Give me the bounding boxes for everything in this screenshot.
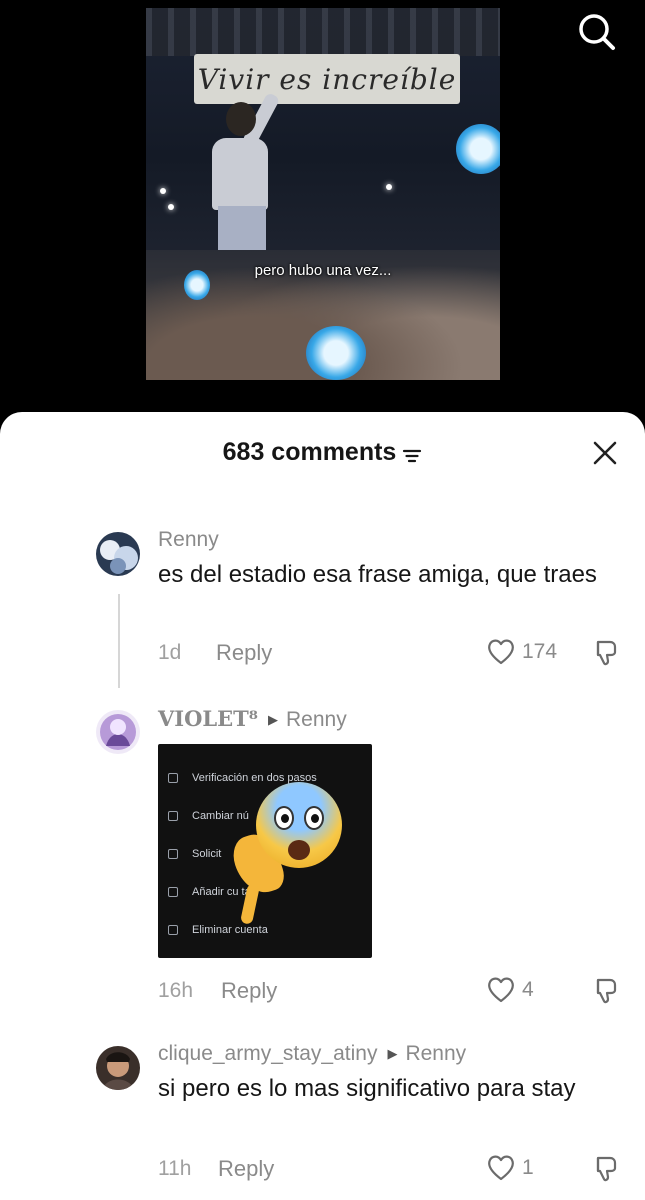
username-link[interactable]: Renny bbox=[158, 528, 219, 551]
media-row: Solicit bbox=[168, 848, 221, 860]
reply-target[interactable]: Renny bbox=[286, 708, 347, 731]
close-button[interactable] bbox=[590, 438, 620, 468]
comments-header: 683 comments bbox=[0, 412, 645, 492]
avatar[interactable] bbox=[96, 1046, 140, 1090]
media-row: Eliminar cuenta bbox=[168, 924, 268, 936]
dislike-button[interactable] bbox=[590, 1154, 620, 1184]
username-link[interactable]: clique_army_stay_atiny bbox=[158, 1042, 377, 1065]
heart-icon bbox=[488, 977, 514, 1003]
heart-icon bbox=[488, 1155, 514, 1181]
comment-text: es del estadio esa frase amiga, que trae… bbox=[158, 561, 597, 588]
dislike-button[interactable] bbox=[590, 638, 620, 668]
play-arrow-icon: ▶ bbox=[387, 1046, 398, 1061]
heart-icon bbox=[488, 639, 514, 665]
comment-image[interactable]: Verificación en dos pasos Cambiar nú Sol… bbox=[158, 744, 372, 958]
search-icon bbox=[579, 14, 615, 50]
screaming-face-emoji bbox=[256, 782, 342, 868]
stage-light bbox=[168, 204, 174, 210]
play-arrow-icon: ▶ bbox=[268, 712, 279, 727]
comment-username[interactable]: Renny bbox=[158, 528, 219, 552]
like-button[interactable]: 4 bbox=[486, 976, 534, 1004]
emoji-mouth bbox=[288, 840, 310, 860]
dislike-icon bbox=[596, 640, 617, 666]
username-link[interactable]: VIOLET⁸ bbox=[158, 706, 258, 731]
emoji-pupil bbox=[311, 814, 319, 823]
reply-button[interactable]: Reply bbox=[216, 640, 272, 666]
like-count: 4 bbox=[522, 978, 534, 1001]
media-text: Cambiar nú bbox=[192, 810, 249, 822]
comment-count: 683 comments bbox=[222, 438, 397, 466]
media-text: Eliminar cuenta bbox=[192, 924, 268, 936]
media-text: Añadir cu ta bbox=[192, 886, 251, 898]
reply-button[interactable]: Reply bbox=[221, 978, 277, 1004]
thread-line bbox=[118, 594, 120, 688]
lightstick bbox=[306, 326, 366, 380]
add-user-icon bbox=[168, 887, 178, 897]
media-row: Añadir cu ta bbox=[168, 886, 251, 898]
reply-button[interactable]: Reply bbox=[218, 1156, 274, 1182]
performer-head bbox=[226, 102, 256, 136]
dislike-icon bbox=[596, 1156, 617, 1182]
dislike-button[interactable] bbox=[590, 976, 620, 1006]
comment-time: 11h bbox=[158, 1157, 192, 1180]
stage-light bbox=[160, 188, 166, 194]
avatar[interactable] bbox=[96, 710, 140, 754]
comment-username: VIOLET⁸ ▶ Renny bbox=[158, 706, 347, 732]
media-row: Cambiar nú bbox=[168, 810, 249, 822]
comment-username: clique_army_stay_atiny ▶ Renny bbox=[158, 1042, 466, 1066]
dots-icon bbox=[168, 773, 178, 783]
comment-time: 16h bbox=[158, 979, 194, 1002]
video-area: Vivir es increíble pero hubo una vez... bbox=[0, 0, 645, 420]
performer-body bbox=[212, 138, 268, 210]
like-count: 174 bbox=[522, 640, 558, 663]
phone-icon bbox=[168, 811, 178, 821]
comment-text: si pero es lo mas significativo para sta… bbox=[158, 1075, 576, 1102]
media-text: Solicit bbox=[192, 848, 222, 860]
emoji-pupil bbox=[281, 814, 289, 823]
emoji-eye bbox=[274, 806, 294, 830]
dislike-icon bbox=[596, 978, 617, 1004]
like-button[interactable]: 1 bbox=[486, 1154, 534, 1182]
close-icon bbox=[593, 441, 617, 465]
video-caption: pero hubo una vez... bbox=[254, 262, 392, 279]
stage-truss bbox=[146, 8, 500, 56]
reply-target[interactable]: Renny bbox=[405, 1042, 466, 1065]
sort-icon[interactable] bbox=[402, 443, 422, 463]
video-thumbnail[interactable]: Vivir es increíble pero hubo una vez... bbox=[146, 8, 500, 380]
search-button[interactable] bbox=[574, 10, 618, 54]
stage-banner: Vivir es increíble bbox=[194, 54, 460, 104]
like-count: 1 bbox=[522, 1156, 534, 1179]
document-icon bbox=[168, 849, 178, 859]
emoji-eye bbox=[304, 806, 324, 830]
avatar[interactable] bbox=[96, 532, 140, 576]
comment-time: 1d bbox=[158, 641, 182, 664]
lightstick bbox=[456, 124, 500, 174]
trash-icon bbox=[168, 925, 178, 935]
like-button[interactable]: 174 bbox=[486, 638, 557, 666]
stage-light bbox=[386, 184, 392, 190]
comments-sheet: 683 comments Renny es del estadio esa fr… bbox=[0, 412, 645, 1200]
